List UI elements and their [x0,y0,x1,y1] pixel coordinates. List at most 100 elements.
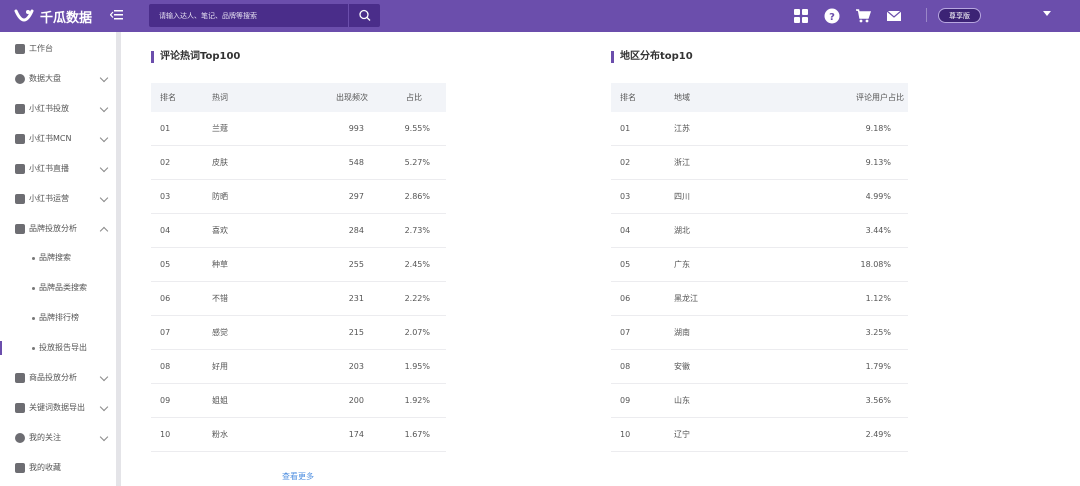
bullet-icon [32,257,35,260]
ratio-cell: 9.13% [865,158,891,167]
chevron-down-icon [99,402,109,412]
sidebar-item-workbench[interactable]: 工作台 [0,34,116,64]
ratio-cell: 2.07% [404,328,430,337]
user-menu-caret-icon[interactable] [1043,11,1051,16]
ratio-cell: 2.45% [404,260,430,269]
region-cell: 湖北 [674,226,690,235]
hot-word-cell: 兰蔻 [212,124,228,133]
logo-text: 千瓜数据 [40,10,93,26]
ratio-cell: 9.55% [404,124,430,133]
rank-cell: 04 [160,226,171,235]
sidebar-item-my-favorites[interactable]: 我的收藏 [0,453,116,483]
logo-icon [14,9,34,22]
column-header: 排名 [160,93,176,102]
column-header: 排名 [620,93,636,102]
rank-cell: 03 [620,192,631,201]
count-cell: 255 [348,260,364,269]
chevron-down-icon [99,133,109,143]
rank-cell: 07 [160,328,171,337]
sidebar-item-label: 小红书直播 [29,164,69,173]
region-cell: 广东 [674,260,690,269]
table-row: 01 兰蔻 993 9.55% [151,112,446,146]
ratio-cell: 2.49% [865,430,891,439]
search-button[interactable] [348,4,380,27]
ratio-cell: 3.25% [865,328,891,337]
ratio-cell: 3.44% [865,226,891,235]
ratio-cell: 1.92% [404,396,430,405]
hot-word-cell: 皮肤 [212,158,228,167]
ratio-cell: 2.73% [404,226,430,235]
sidebar-subitem-report-export[interactable]: 投放报告导出 [0,333,116,363]
table-row: 06 不错 231 2.22% [151,282,446,316]
rank-cell: 09 [160,396,171,405]
search-input[interactable] [149,4,347,27]
chevron-down-icon [99,103,109,113]
sidebar-item-product-analysis[interactable]: 商品投放分析 [0,363,116,393]
logo[interactable]: 千瓜数据 [14,5,92,27]
rank-cell: 05 [620,260,631,269]
hot-word-cell: 好用 [212,362,228,371]
sidebar-subitem-brand-search[interactable]: 品牌搜索 [0,243,116,273]
ratio-cell: 1.67% [404,430,430,439]
count-cell: 231 [348,294,364,303]
sidebar-subitem-brand-ranking[interactable]: 品牌排行榜 [0,303,116,333]
video-icon [15,164,25,174]
apps-grid-icon[interactable] [793,8,809,24]
sidebar-item-xhs-mcn[interactable]: 小红书MCN [0,124,116,154]
sidebar-item-data-dashboard[interactable]: 数据大盘 [0,64,116,94]
table-row: 01 江苏 9.18% [611,112,908,146]
sidebar-item-xhs-ads[interactable]: 小红书投放 [0,94,116,124]
cart-icon[interactable] [855,8,871,24]
version-badge[interactable]: 尊享版 [938,8,981,23]
ratio-cell: 1.79% [865,362,891,371]
hot-word-cell: 不错 [212,294,228,303]
sidebar-item-label: 工作台 [29,44,53,53]
rank-cell: 09 [620,396,631,405]
main-content: 评论热词Top100 排名 热词 出现频次 占比 01 兰蔻 993 9.55% 02 皮… [121,32,1080,486]
sidebar-item-xhs-operation[interactable]: 小红书运营 [0,184,116,214]
trend-chart-icon [15,224,25,234]
region-cell: 安徽 [674,362,690,371]
sidebar-item-label: 小红书投放 [29,104,69,113]
active-indicator [0,341,2,355]
bullet-icon [32,347,35,350]
rank-cell: 01 [620,124,631,133]
sidebar-subitem-brand-category-search[interactable]: 品牌品类搜索 [0,273,116,303]
table-row: 04 湖北 3.44% [611,214,908,248]
rank-cell: 06 [620,294,631,303]
hot-word-cell: 姐姐 [212,396,228,405]
table-row: 10 辽宁 2.49% [611,418,908,452]
table-row: 04 喜欢 284 2.73% [151,214,446,248]
building-icon [15,134,25,144]
column-header: 评论用户占比 [856,93,904,102]
table-row: 08 安徽 1.79% [611,350,908,384]
table-row: 07 感觉 215 2.07% [151,316,446,350]
table-row: 09 山东 3.56% [611,384,908,418]
sidebar-item-brand-analysis[interactable]: 品牌投放分析 [0,214,116,244]
table-row: 03 四川 4.99% [611,180,908,214]
sidebar-item-xhs-live[interactable]: 小红书直播 [0,154,116,184]
help-icon[interactable]: ? [824,8,840,24]
eye-icon [15,433,25,443]
ratio-cell: 1.95% [404,362,430,371]
menu-toggle-icon[interactable] [110,8,124,22]
count-cell: 200 [348,396,364,405]
view-more-link[interactable]: 查看更多 [282,471,314,482]
sidebar-item-my-follows[interactable]: 我的关注 [0,423,116,453]
sidebar-item-label: 品牌投放分析 [29,224,77,233]
hot-words-table-header: 排名 热词 出现频次 占比 [151,83,446,112]
rank-cell: 02 [160,158,171,167]
chevron-down-icon [99,193,109,203]
column-header: 热词 [212,93,228,102]
rank-cell: 08 [620,362,631,371]
hot-words-title: 评论热词Top100 [151,51,240,63]
rank-cell: 02 [620,158,631,167]
bullet-icon [32,317,35,320]
sidebar-item-label: 小红书运营 [29,194,69,203]
mail-icon[interactable] [886,8,902,24]
sidebar-item-keyword-export[interactable]: 关键词数据导出 [0,393,116,423]
top-header: 千瓜数据 ? 尊享版 [0,0,1080,32]
sidebar-subitem-label: 品牌品类搜索 [39,283,87,292]
sidebar-subitem-label: 投放报告导出 [39,343,87,352]
chevron-down-icon [99,73,109,83]
